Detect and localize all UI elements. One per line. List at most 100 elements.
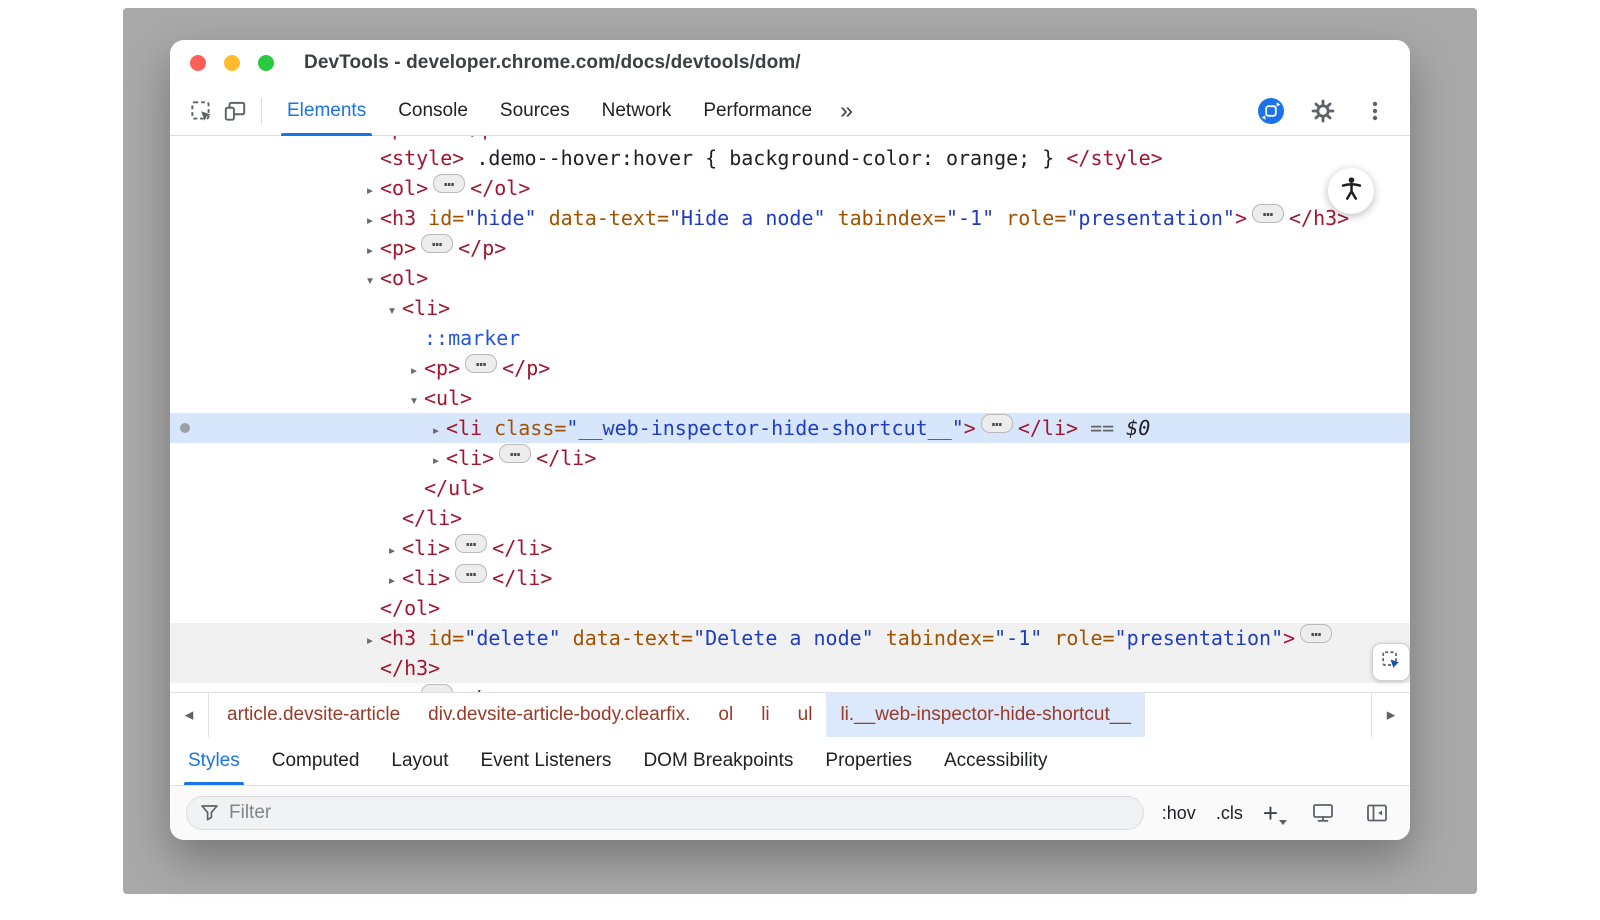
dom-tree-row[interactable]: ▾<ol>: [170, 263, 1410, 293]
minimize-button[interactable]: [224, 55, 240, 71]
rotate-device-icon[interactable]: [1254, 94, 1288, 128]
code-token-tag: </ol>: [470, 176, 530, 200]
expand-arrow[interactable]: ▸: [360, 175, 380, 205]
devtools-window: DevTools - developer.chrome.com/docs/dev…: [170, 40, 1410, 840]
code-token-val: "Hide a node": [669, 206, 826, 230]
dom-tree-row[interactable]: ▸<h3 id="hide" data-text="Hide a node" t…: [170, 203, 1410, 233]
dom-tree-row[interactable]: ▸<p>…</p>: [170, 683, 1410, 692]
dom-tree-row[interactable]: <style> .demo--hover:hover { background-…: [170, 143, 1410, 173]
close-button[interactable]: [190, 55, 206, 71]
breadcrumb-item[interactable]: div.devsite-article-body.clearfix.: [414, 693, 704, 737]
dom-tree-row[interactable]: </h3>: [170, 653, 1410, 683]
code-token-tag: <p>: [380, 136, 416, 140]
dom-tree-row[interactable]: ▸<p>…</p>: [170, 233, 1410, 263]
toggle-element-state-button[interactable]: :hov: [1162, 803, 1196, 824]
code-token-attr: role=: [1042, 626, 1114, 650]
code-token-pseudo: ::marker: [424, 326, 520, 350]
tab-elements[interactable]: Elements: [271, 86, 382, 135]
element-classes-button[interactable]: .cls: [1216, 803, 1243, 824]
rendering-emulations-icon[interactable]: [1306, 796, 1340, 830]
dom-tree: ▸<p>…</p><style> .demo--hover:hover { ba…: [170, 136, 1410, 692]
toggle-device-toolbar-icon[interactable]: [218, 94, 252, 128]
sidebar-tab-accessibility[interactable]: Accessibility: [934, 737, 1057, 785]
ellipsis-pill[interactable]: …: [499, 444, 531, 463]
dom-tree-row[interactable]: ▸<h3 id="delete" data-text="Delete a nod…: [170, 623, 1410, 653]
ellipsis-pill[interactable]: …: [421, 684, 453, 692]
code-token-tag: </p>: [502, 356, 550, 380]
sidebar-tab-layout[interactable]: Layout: [381, 737, 458, 785]
dom-tree-row[interactable]: ▸<li>…</li>: [170, 563, 1410, 593]
settings-gear-icon[interactable]: [1306, 94, 1340, 128]
expand-arrow[interactable]: ▸: [360, 235, 380, 265]
expand-arrow[interactable]: ▸: [360, 625, 380, 655]
sidebar-tab-styles[interactable]: Styles: [178, 737, 250, 785]
dom-tree-row[interactable]: ::marker: [170, 323, 1410, 353]
accessibility-button[interactable]: [1328, 168, 1374, 214]
expand-arrow[interactable]: ▾: [360, 265, 380, 295]
ellipsis-pill[interactable]: …: [455, 534, 487, 553]
ellipsis-pill[interactable]: …: [1252, 204, 1284, 223]
ellipsis-pill[interactable]: …: [981, 414, 1013, 433]
breadcrumb-scroll-left-button[interactable]: ◂: [170, 693, 209, 737]
toggle-sidebar-icon[interactable]: [1360, 796, 1394, 830]
ellipsis-pill[interactable]: …: [455, 564, 487, 583]
expand-arrow[interactable]: ▸: [426, 445, 446, 475]
code-token-tag: <p>: [380, 236, 416, 260]
code-token-tag: <p>: [424, 356, 460, 380]
expand-arrow[interactable]: ▸: [426, 415, 446, 445]
code-token-attr: tabindex=: [874, 626, 994, 650]
breadcrumb-item[interactable]: ol: [704, 693, 747, 737]
styles-filter-input[interactable]: Filter: [186, 796, 1144, 830]
dom-tree-row[interactable]: ▾<ul>: [170, 383, 1410, 413]
tab-network[interactable]: Network: [586, 86, 688, 135]
kebab-menu-icon[interactable]: [1358, 94, 1392, 128]
dom-tree-row[interactable]: ▸<li>…</li>: [170, 533, 1410, 563]
expand-arrow[interactable]: ▾: [404, 385, 424, 415]
sidebar-tab-properties[interactable]: Properties: [815, 737, 922, 785]
expand-arrow[interactable]: ▸: [382, 535, 402, 565]
breadcrumb-scroll-right-button[interactable]: ▸: [1371, 693, 1410, 737]
sidebar-tab-dom-breakpoints[interactable]: DOM Breakpoints: [633, 737, 803, 785]
breadcrumb-item[interactable]: article.devsite-article: [213, 693, 414, 737]
maximize-button[interactable]: [258, 55, 274, 71]
ellipsis-pill[interactable]: …: [433, 174, 465, 193]
breadcrumb-item[interactable]: li.__web-inspector-hide-shortcut__: [826, 693, 1144, 737]
dom-tree-row[interactable]: ▸<li>…</li>: [170, 443, 1410, 473]
expand-arrow[interactable]: ▸: [382, 565, 402, 595]
inspect-element-icon[interactable]: [184, 94, 218, 128]
expand-arrow[interactable]: ▾: [382, 295, 402, 325]
dom-tree-row[interactable]: </li>: [170, 503, 1410, 533]
more-tabs-button[interactable]: »: [828, 99, 865, 122]
tab-console[interactable]: Console: [382, 86, 484, 135]
tab-performance[interactable]: Performance: [687, 86, 828, 135]
new-style-rule-button[interactable]: +: [1263, 800, 1286, 826]
code-token-val: "__web-inspector-hide-shortcut__": [566, 416, 963, 440]
code-token-attr: id=: [416, 206, 464, 230]
code-token-tag: </ol>: [380, 596, 440, 620]
dom-tree-row[interactable]: ▸<li class="__web-inspector-hide-shortcu…: [170, 413, 1410, 443]
dom-tree-row[interactable]: ▸<ol>…</ol>: [170, 173, 1410, 203]
breadcrumb-item[interactable]: ul: [784, 693, 827, 737]
dom-tree-row[interactable]: ▸<p> … </p>: [170, 353, 1410, 383]
code-token-plain: .demo--hover:hover { background-color: o…: [464, 146, 1066, 170]
ellipsis-pill[interactable]: …: [465, 354, 497, 373]
dom-tree-row[interactable]: ▸<p>…</p>: [170, 136, 1410, 143]
selected-node-marker-dot: [180, 423, 190, 433]
ellipsis-pill[interactable]: …: [421, 234, 453, 253]
expand-arrow[interactable]: ▸: [404, 355, 424, 385]
expand-arrow[interactable]: ▸: [360, 205, 380, 235]
inspect-badge-button[interactable]: [1372, 643, 1410, 681]
breadcrumb-item[interactable]: li: [747, 693, 783, 737]
filter-placeholder: Filter: [229, 802, 271, 824]
styles-filter-bar: Filter :hov .cls +: [170, 786, 1410, 840]
expand-arrow[interactable]: ▸: [360, 685, 380, 692]
sidebar-tab-computed[interactable]: Computed: [262, 737, 370, 785]
dom-tree-row[interactable]: </ol>: [170, 593, 1410, 623]
sidebar-tab-event-listeners[interactable]: Event Listeners: [470, 737, 621, 785]
chevron-right-icon: ▸: [1387, 705, 1396, 725]
ellipsis-pill[interactable]: …: [1300, 624, 1332, 643]
dom-tree-row[interactable]: ▾<li>: [170, 293, 1410, 323]
tab-sources[interactable]: Sources: [484, 86, 586, 135]
code-token-val: "-1": [994, 626, 1042, 650]
dom-tree-row[interactable]: </ul>: [170, 473, 1410, 503]
